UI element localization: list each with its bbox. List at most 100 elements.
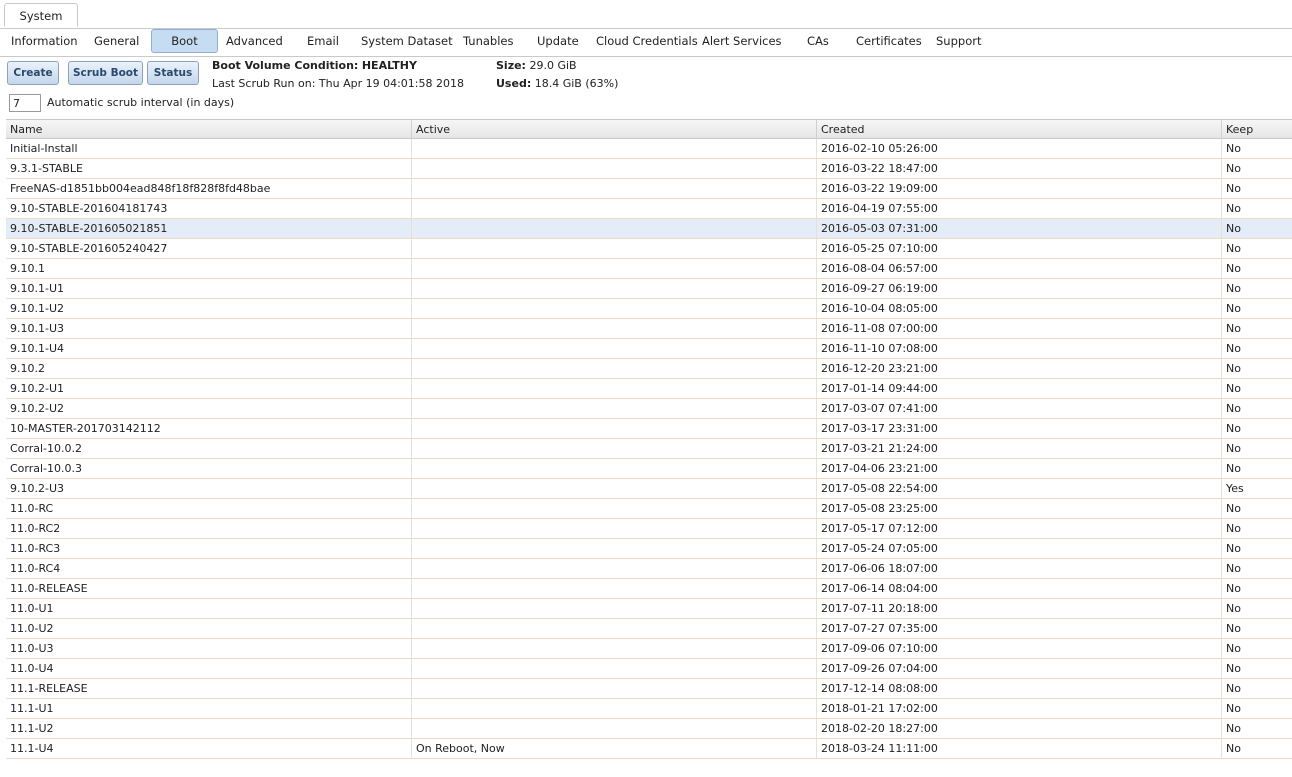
- cell-name: 11.0-RC4: [10, 562, 61, 575]
- cell-active: [411, 639, 816, 658]
- table-row[interactable]: 11.1-U4 On Reboot, Now 2018-03-24 11:11:00…: [6, 739, 1292, 759]
- cell-created: 2017-05-08 23:25:00: [816, 499, 1221, 518]
- cell-created: 2017-12-14 08:08:00: [816, 679, 1221, 698]
- cell-name: 9.10-STABLE-201605240427: [10, 242, 168, 255]
- cell-active: [411, 619, 816, 638]
- table-row[interactable]: 9.10-STABLE-201605021851 2016-05-03 07:31…: [6, 219, 1292, 239]
- cell-keep: No: [1221, 219, 1292, 238]
- table-row[interactable]: 11.0-RC3 2017-05-24 07:05:00 No: [6, 539, 1292, 559]
- cell-active: [411, 259, 816, 278]
- cell-name: FreeNAS-d1851bb004ead848f18f828f8fd48bae: [10, 182, 271, 195]
- cell-keep: No: [1221, 199, 1292, 218]
- table-row[interactable]: 9.10.1-U1 2016-09-27 06:19:00 No: [6, 279, 1292, 299]
- used-info: Used: 18.4 GiB (63%): [496, 77, 618, 90]
- cell-active: [411, 599, 816, 618]
- table-row[interactable]: 9.10.2-U2 2017-03-07 07:41:00 No: [6, 399, 1292, 419]
- table-row[interactable]: 11.0-U3 2017-09-06 07:10:00 No: [6, 639, 1292, 659]
- cell-created: 2017-04-06 23:21:00: [816, 459, 1221, 478]
- table-row[interactable]: 11.0-U1 2017-07-11 20:18:00 No: [6, 599, 1292, 619]
- table-row[interactable]: 9.3.1-STABLE 2016-03-22 18:47:00 No: [6, 159, 1292, 179]
- table-row[interactable]: 11.0-RELEASE 2017-06-14 08:04:00 No: [6, 579, 1292, 599]
- cell-created: 2016-10-04 08:05:00: [816, 299, 1221, 318]
- table-row[interactable]: FreeNAS-d1851bb004ead848f18f828f8fd48bae…: [6, 179, 1292, 199]
- table-row[interactable]: 10-MASTER-201703142112 2017-03-17 23:31:0…: [6, 419, 1292, 439]
- boot-environments-table: Name Active Created Keep Initial-Install…: [6, 119, 1292, 759]
- top-tab-bar: System: [0, 0, 1292, 29]
- table-row[interactable]: 11.0-RC4 2017-06-06 18:07:00 No: [6, 559, 1292, 579]
- cell-keep: No: [1221, 539, 1292, 558]
- tab-alert-services[interactable]: Alert Services: [702, 30, 782, 52]
- table-row[interactable]: 9.10.2-U1 2017-01-14 09:44:00 No: [6, 379, 1292, 399]
- cell-name: 10-MASTER-201703142112: [10, 422, 161, 435]
- status-button[interactable]: Status: [147, 61, 199, 85]
- cell-keep: No: [1221, 179, 1292, 198]
- table-row[interactable]: 9.10.1-U4 2016-11-10 07:08:00 No: [6, 339, 1292, 359]
- cell-active: [411, 339, 816, 358]
- table-row[interactable]: 9.10.1 2016-08-04 06:57:00 No: [6, 259, 1292, 279]
- cell-name: Initial-Install: [10, 142, 78, 155]
- column-header-keep[interactable]: Keep: [1221, 120, 1292, 139]
- tab-information[interactable]: Information: [11, 30, 78, 52]
- scrub-interval-input[interactable]: [9, 94, 41, 112]
- tab-support[interactable]: Support: [936, 30, 981, 52]
- cell-keep: No: [1221, 319, 1292, 338]
- cell-name: 11.0-U2: [10, 622, 54, 635]
- table-row[interactable]: 11.0-U2 2017-07-27 07:35:00 No: [6, 619, 1292, 639]
- table-row[interactable]: 9.10.1-U3 2016-11-08 07:00:00 No: [6, 319, 1292, 339]
- table-row[interactable]: 11.0-RC 2017-05-08 23:25:00 No: [6, 499, 1292, 519]
- cell-active: [411, 159, 816, 178]
- table-row[interactable]: Corral-10.0.3 2017-04-06 23:21:00 No: [6, 459, 1292, 479]
- column-header-created[interactable]: Created: [816, 120, 1221, 139]
- table-row[interactable]: 11.0-U4 2017-09-26 07:04:00 No: [6, 659, 1292, 679]
- tab-update[interactable]: Update: [537, 30, 579, 52]
- cell-active: [411, 399, 816, 418]
- cell-active: [411, 659, 816, 678]
- tab-advanced[interactable]: Advanced: [226, 30, 283, 52]
- cell-name: 11.0-U1: [10, 602, 54, 615]
- tab-email[interactable]: Email: [307, 30, 339, 52]
- tab-system[interactable]: System: [4, 3, 78, 27]
- used-value: 18.4 GiB (63%): [534, 77, 619, 90]
- tab-tunables[interactable]: Tunables: [463, 30, 513, 52]
- tab-cloud-credentials[interactable]: Cloud Credentials: [596, 30, 698, 52]
- column-header-name[interactable]: Name: [6, 120, 411, 139]
- table-row[interactable]: 11.0-RC2 2017-05-17 07:12:00 No: [6, 519, 1292, 539]
- cell-name: Corral-10.0.2: [10, 442, 83, 455]
- cell-keep: No: [1221, 139, 1292, 158]
- cell-keep: No: [1221, 659, 1292, 678]
- table-row[interactable]: 11.1-U1 2018-01-21 17:02:00 No: [6, 699, 1292, 719]
- table-row[interactable]: 9.10.2 2016-12-20 23:21:00 No: [6, 359, 1292, 379]
- table-row[interactable]: Initial-Install 2016-02-10 05:26:00 No: [6, 139, 1292, 159]
- cell-keep: No: [1221, 259, 1292, 278]
- used-label: Used:: [496, 77, 532, 90]
- cell-keep: No: [1221, 159, 1292, 178]
- cell-keep: No: [1221, 299, 1292, 318]
- table-row[interactable]: Corral-10.0.2 2017-03-21 21:24:00 No: [6, 439, 1292, 459]
- tab-general[interactable]: General: [94, 30, 139, 52]
- scrub-boot-button[interactable]: Scrub Boot: [68, 61, 143, 85]
- cell-keep: No: [1221, 379, 1292, 398]
- tab-boot[interactable]: Boot: [151, 29, 218, 53]
- cell-name: 11.1-U2: [10, 722, 54, 735]
- column-header-active[interactable]: Active: [411, 120, 816, 139]
- cell-name: 9.10.1-U4: [10, 342, 65, 355]
- cell-keep: No: [1221, 519, 1292, 538]
- cell-active: [411, 379, 816, 398]
- table-row[interactable]: 11.1-RELEASE 2017-12-14 08:08:00 No: [6, 679, 1292, 699]
- create-button[interactable]: Create: [7, 61, 59, 85]
- cell-keep: No: [1221, 439, 1292, 458]
- table-row[interactable]: 11.1-U2 2018-02-20 18:27:00 No: [6, 719, 1292, 739]
- cell-keep: Yes: [1221, 479, 1292, 498]
- tab-cas[interactable]: CAs: [807, 30, 829, 52]
- table-body: Initial-Install 2016-02-10 05:26:00 No 9.3.…: [6, 139, 1292, 759]
- table-row[interactable]: 9.10.1-U2 2016-10-04 08:05:00 No: [6, 299, 1292, 319]
- cell-name: Corral-10.0.3: [10, 462, 83, 475]
- table-row[interactable]: 9.10-STABLE-201605240427 2016-05-25 07:10…: [6, 239, 1292, 259]
- tab-certificates[interactable]: Certificates: [856, 30, 922, 52]
- cell-keep: No: [1221, 679, 1292, 698]
- tab-system-dataset[interactable]: System Dataset: [361, 30, 453, 52]
- table-row[interactable]: 9.10-STABLE-201604181743 2016-04-19 07:55…: [6, 199, 1292, 219]
- cell-name: 9.10.2-U3: [10, 482, 65, 495]
- cell-active: [411, 299, 816, 318]
- table-row[interactable]: 9.10.2-U3 2017-05-08 22:54:00 Yes: [6, 479, 1292, 499]
